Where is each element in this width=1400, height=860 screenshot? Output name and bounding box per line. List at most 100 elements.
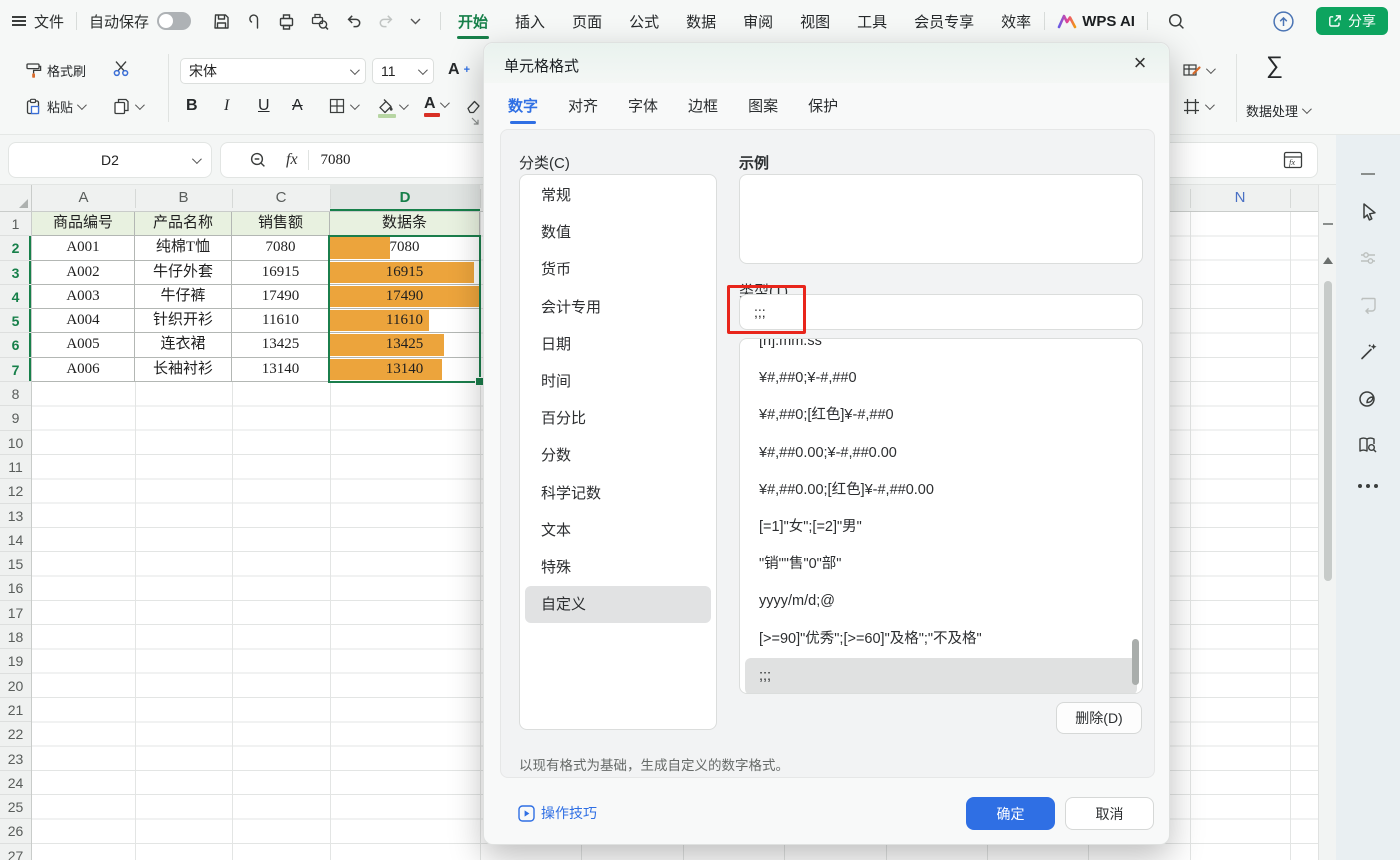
bold-button[interactable]: B <box>186 94 198 118</box>
wps-ai-button[interactable]: WPS AI <box>1057 13 1135 30</box>
data-processing-dropdown-icon[interactable] <box>1302 104 1312 114</box>
paste-button[interactable]: 粘贴 <box>24 94 84 118</box>
format-item[interactable]: ¥#,##0;¥-#,##0 <box>745 360 1137 397</box>
category-item[interactable]: 分数 <box>525 437 711 474</box>
file-menu[interactable]: 文件 <box>34 11 64 32</box>
category-item[interactable]: 时间 <box>525 363 711 400</box>
row-header-2[interactable]: 2 <box>0 236 31 260</box>
row-header-4[interactable]: 4 <box>0 285 31 309</box>
fill-color-button[interactable] <box>376 94 406 118</box>
fx-icon[interactable]: fx <box>286 151 298 169</box>
cell-product-name[interactable]: 牛仔外套 <box>135 261 232 285</box>
category-list[interactable]: 常规数值货币会计专用日期时间百分比分数科学记数文本特殊自定义 <box>519 174 717 730</box>
data-processing-button[interactable]: 数据处理 <box>1246 98 1309 122</box>
undo-icon[interactable] <box>344 12 363 31</box>
redo-icon[interactable] <box>377 12 396 31</box>
category-item[interactable]: 会计专用 <box>525 289 711 326</box>
dialog-close-icon[interactable]: × <box>1127 50 1153 76</box>
cell-product-name[interactable]: 连衣裙 <box>135 333 232 357</box>
conditional-format-dropdown-icon[interactable] <box>1206 64 1216 74</box>
row-header-22[interactable]: 22 <box>0 722 31 746</box>
table-row[interactable]: A002牛仔外套1691516915 <box>32 261 480 285</box>
cell-product-name[interactable]: 牛仔裤 <box>135 285 232 309</box>
strikethrough-button[interactable]: A <box>292 94 303 118</box>
cell-sales[interactable]: 13425 <box>232 333 330 357</box>
zoom-minus-icon[interactable] <box>249 151 268 170</box>
search-icon[interactable] <box>1167 12 1186 31</box>
row-header-17[interactable]: 17 <box>0 601 31 625</box>
column-header-B[interactable]: B <box>135 185 232 211</box>
format-item[interactable]: ;;; <box>745 658 1137 694</box>
row-header-8[interactable]: 8 <box>0 382 31 406</box>
italic-button[interactable]: I <box>224 94 229 118</box>
grow-font-button[interactable]: A+ <box>448 58 470 82</box>
scroll-up-icon[interactable] <box>1323 257 1333 264</box>
name-box-dropdown-icon[interactable] <box>192 154 202 164</box>
select-all-corner[interactable] <box>0 185 32 212</box>
table-row[interactable]: A005连衣裙1342513425 <box>32 333 480 357</box>
row-header-12[interactable]: 12 <box>0 479 31 503</box>
cell-style-button[interactable] <box>1182 94 1212 118</box>
font-color-button[interactable]: A <box>424 92 447 116</box>
vertical-scrollbar[interactable] <box>1318 185 1336 860</box>
tips-link[interactable]: 操作技巧 <box>518 803 597 823</box>
row-header-14[interactable]: 14 <box>0 528 31 552</box>
eraser-button[interactable] <box>464 94 483 118</box>
menu-tab-页面[interactable]: 页面 <box>571 1 603 42</box>
format-item[interactable]: ¥#,##0.00;¥-#,##0.00 <box>745 435 1137 472</box>
menu-tab-数据[interactable]: 数据 <box>685 1 717 42</box>
column-header-D[interactable]: D <box>330 185 480 211</box>
cell-product-name[interactable]: 纯棉T恤 <box>135 236 232 260</box>
row-header-27[interactable]: 27 <box>0 844 31 860</box>
quickbar-more-icon[interactable] <box>410 18 421 25</box>
cell-sales[interactable]: 7080 <box>232 236 330 260</box>
cell-style-dropdown-icon[interactable] <box>1205 100 1215 110</box>
cell-product-name[interactable]: 长袖衬衫 <box>135 358 232 382</box>
row-header-25[interactable]: 25 <box>0 795 31 819</box>
row-header-24[interactable]: 24 <box>0 771 31 795</box>
autosave-toggle[interactable] <box>157 12 191 30</box>
cell-sales[interactable]: 13140 <box>232 358 330 382</box>
cell-product-id[interactable]: A001 <box>32 236 135 260</box>
cell-databar[interactable]: 17490 <box>330 285 480 309</box>
dictionary-search-icon[interactable] <box>1357 435 1379 456</box>
row-header-19[interactable]: 19 <box>0 649 31 673</box>
cell-sales[interactable]: 11610 <box>232 309 330 333</box>
format-item[interactable]: yyyy/m/d;@ <box>745 583 1137 620</box>
cell-product-id[interactable]: A006 <box>32 358 135 382</box>
fill-color-dropdown-icon[interactable] <box>399 100 409 110</box>
format-item[interactable]: [>=90]"优秀";[>=60]"及格";"不及格" <box>745 621 1137 658</box>
main-menu-icon[interactable] <box>12 13 26 28</box>
cell-databar[interactable]: 11610 <box>330 309 480 333</box>
insert-function-table-icon[interactable]: fx <box>1283 151 1303 169</box>
row-header-26[interactable]: 26 <box>0 819 31 843</box>
menu-tab-工具[interactable]: 工具 <box>856 1 888 42</box>
dialog-tab-保护[interactable]: 保护 <box>806 91 840 128</box>
delete-button[interactable]: 删除(D) <box>1056 702 1142 734</box>
menu-tab-公式[interactable]: 公式 <box>628 1 660 42</box>
category-item[interactable]: 数值 <box>525 214 711 251</box>
format-item[interactable]: [=1]"女";[=2]"男" <box>745 509 1137 546</box>
column-header-C[interactable]: C <box>232 185 330 211</box>
menu-tab-会员专享[interactable]: 会员专享 <box>913 1 975 42</box>
cell-databar[interactable]: 13140 <box>330 358 480 382</box>
save-icon[interactable] <box>212 12 231 31</box>
format-item[interactable]: ¥#,##0;[红色]¥-#,##0 <box>745 397 1137 434</box>
dialog-tab-图案[interactable]: 图案 <box>746 91 780 128</box>
sheet-data-table[interactable]: 商品编号产品名称销售额数据条A001纯棉T恤70807080A002牛仔外套16… <box>32 212 480 382</box>
format-list-scrollbar-thumb[interactable] <box>1132 639 1139 685</box>
cell-databar[interactable]: 13425 <box>330 333 480 357</box>
upload-cloud-icon[interactable] <box>1272 10 1295 33</box>
cell-databar[interactable]: 7080 <box>330 236 480 260</box>
menu-tab-视图[interactable]: 视图 <box>799 1 831 42</box>
sum-button[interactable]: ∑ <box>1266 54 1283 78</box>
cell-sales[interactable]: 16915 <box>232 261 330 285</box>
category-item[interactable]: 文本 <box>525 512 711 549</box>
export-icon[interactable] <box>245 12 263 31</box>
ok-button[interactable]: 确定 <box>966 797 1055 830</box>
row-header-18[interactable]: 18 <box>0 625 31 649</box>
cell-product-id[interactable]: A002 <box>32 261 135 285</box>
copy-button[interactable] <box>112 94 142 118</box>
format-painter-button[interactable]: 格式刷 <box>24 58 86 82</box>
split-handle-icon[interactable] <box>1323 223 1333 225</box>
